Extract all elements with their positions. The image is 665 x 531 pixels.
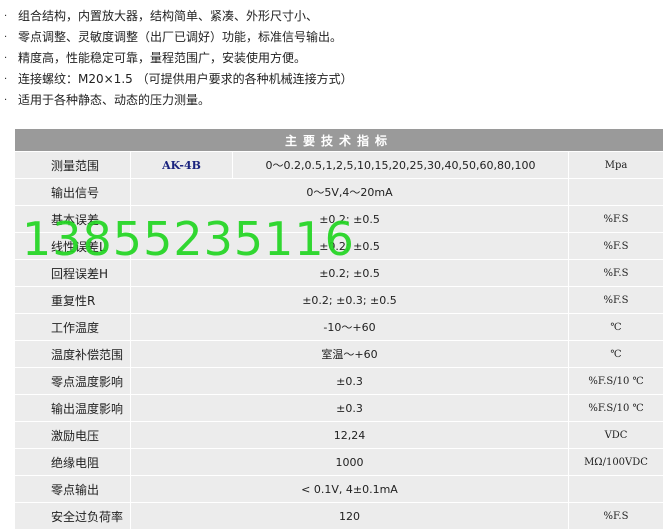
spec-unit: ℃ <box>567 340 665 368</box>
spec-name: 安全过负荷率 <box>14 502 131 530</box>
spec-unit <box>567 178 665 206</box>
table-row: 重复性R ±0.2; ±0.3; ±0.5 %F.S <box>14 286 665 314</box>
spec-value: ±0.2; ±0.5 <box>130 232 569 260</box>
spec-name: 回程误差H <box>14 259 131 287</box>
table-row: 回程误差H ±0.2; ±0.5 %F.S <box>14 259 665 287</box>
table-row: 激励电压 12,24 VDC <box>14 421 665 449</box>
table-row: 绝缘电阻 1000 MΩ/100VDC <box>14 448 665 476</box>
table-row: 零点输出 < 0.1V, 4±0.1mA <box>14 475 665 503</box>
spec-name: 工作温度 <box>14 313 131 341</box>
spec-name: 输出温度影响 <box>14 394 131 422</box>
bullet-mark: · <box>4 95 8 106</box>
spec-name: 温度补偿范围 <box>14 340 131 368</box>
feature-item: · 组合结构，内置放大器，结构简单、紧凑、外形尺寸小、 <box>0 6 665 27</box>
spec-name: 测量范围 <box>14 151 131 179</box>
spec-name: 线性误差L <box>14 232 131 260</box>
spec-unit: %F.S <box>567 259 665 287</box>
spec-value: ±0.2; ±0.5 <box>130 205 569 233</box>
model-label: AK-4B <box>130 151 233 179</box>
table-row: 工作温度 -10～+60 ℃ <box>14 313 665 341</box>
feature-item: · 零点调整、灵敏度调整（出厂已调好）功能，标准信号输出。 <box>0 27 665 48</box>
spec-name: 重复性R <box>14 286 131 314</box>
feature-item: · 精度高，性能稳定可靠，量程范围广，安装使用方便。 <box>0 48 665 69</box>
table-row: 安全过负荷率 120 %F.S <box>14 502 665 530</box>
spec-value: 室温～+60 <box>130 340 569 368</box>
spec-value: ±0.2; ±0.5 <box>130 259 569 287</box>
spec-name: 基本误差 <box>14 205 131 233</box>
spec-value: ±0.3 <box>130 394 569 422</box>
feature-item: · 适用于各种静态、动态的压力测量。 <box>0 90 665 111</box>
spec-value: -10～+60 <box>130 313 569 341</box>
table-row: 基本误差 ±0.2; ±0.5 %F.S <box>14 205 665 233</box>
spec-unit <box>567 475 665 503</box>
bullet-mark: · <box>4 11 8 22</box>
spec-unit: %F.S <box>567 502 665 530</box>
spec-name: 绝缘电阻 <box>14 448 131 476</box>
spec-value: 12,24 <box>130 421 569 449</box>
feature-text: 精度高，性能稳定可靠，量程范围广，安装使用方便。 <box>18 51 307 65</box>
feature-text: 适用于各种静态、动态的压力测量。 <box>18 93 211 107</box>
table-row: 温度补偿范围 室温～+60 ℃ <box>14 340 665 368</box>
spec-unit: %F.S/10 ℃ <box>567 367 665 395</box>
spec-unit: %F.S/10 ℃ <box>567 394 665 422</box>
spec-table: 主要技术指标 测量范围 AK-4B 0～0.2,0.5,1,2,5,10,15,… <box>13 128 665 530</box>
bullet-mark: · <box>4 53 8 64</box>
spec-value: < 0.1V, 4±0.1mA <box>130 475 569 503</box>
feature-item: · 连接螺纹：M20×1.5 （可提供用户要求的各种机械连接方式） <box>0 69 665 90</box>
spec-name: 输出信号 <box>14 178 131 206</box>
spec-unit: %F.S <box>567 232 665 260</box>
spec-value: ±0.2; ±0.3; ±0.5 <box>130 286 569 314</box>
spec-unit: Mpa <box>567 151 665 179</box>
spec-name: 零点温度影响 <box>14 367 131 395</box>
table-row: 线性误差L ±0.2; ±0.5 %F.S <box>14 232 665 260</box>
table-row: 零点温度影响 ±0.3 %F.S/10 ℃ <box>14 367 665 395</box>
feature-text: 零点调整、灵敏度调整（出厂已调好）功能，标准信号输出。 <box>18 30 343 44</box>
spec-value: 0～5V,4～20mA <box>130 178 569 206</box>
spec-unit: %F.S <box>567 286 665 314</box>
spec-value: 120 <box>130 502 569 530</box>
spec-name: 激励电压 <box>14 421 131 449</box>
spec-unit: %F.S <box>567 205 665 233</box>
table-row: 测量范围 AK-4B 0～0.2,0.5,1,2,5,10,15,20,25,3… <box>14 151 665 179</box>
spec-value: ±0.3 <box>130 367 569 395</box>
feature-text: 组合结构，内置放大器，结构简单、紧凑、外形尺寸小、 <box>18 9 319 23</box>
spec-unit: MΩ/100VDC <box>567 448 665 476</box>
feature-list: · 组合结构，内置放大器，结构简单、紧凑、外形尺寸小、 · 零点调整、灵敏度调整（出… <box>0 6 665 111</box>
bullet-mark: · <box>4 74 8 85</box>
spec-table-header: 主要技术指标 <box>13 128 665 152</box>
bullet-mark: · <box>4 32 8 43</box>
spec-unit: ℃ <box>567 313 665 341</box>
spec-value: 0～0.2,0.5,1,2,5,10,15,20,25,30,40,50,60,… <box>232 151 569 179</box>
spec-name: 零点输出 <box>14 475 131 503</box>
spec-table-title: 主要技术指标 <box>13 128 665 152</box>
spec-value: 1000 <box>130 448 569 476</box>
feature-text: 连接螺纹：M20×1.5 （可提供用户要求的各种机械连接方式） <box>18 72 353 86</box>
table-row: 输出信号 0～5V,4～20mA <box>14 178 665 206</box>
spec-unit: VDC <box>567 421 665 449</box>
table-row: 输出温度影响 ±0.3 %F.S/10 ℃ <box>14 394 665 422</box>
